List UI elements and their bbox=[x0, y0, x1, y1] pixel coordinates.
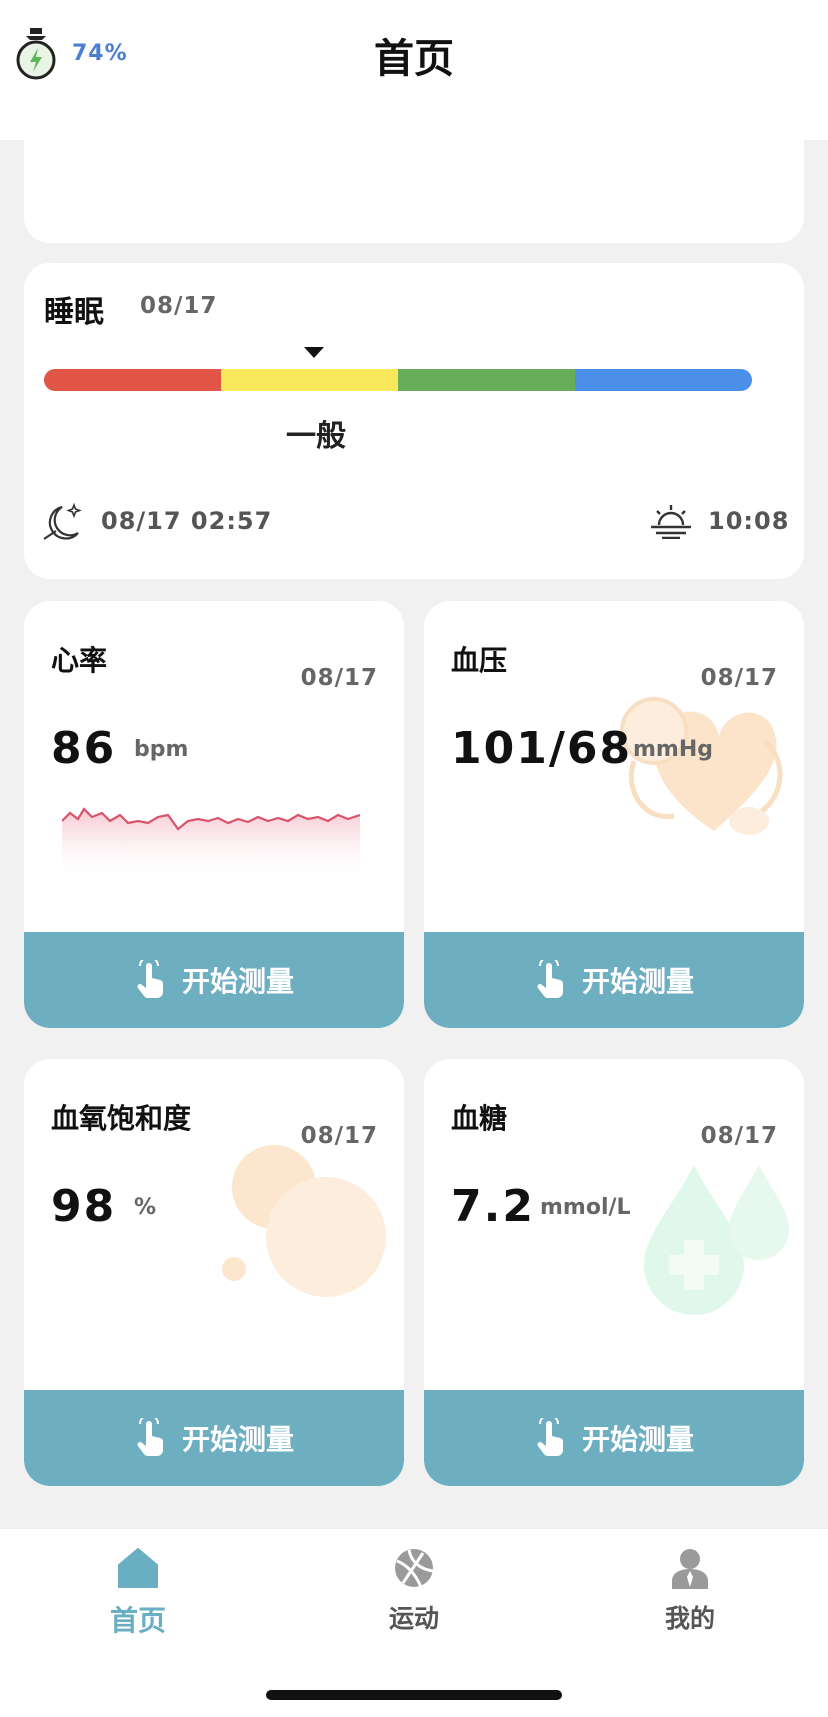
sleep-title: 睡眠 bbox=[44, 295, 104, 330]
heart-rate-card[interactable]: 心率 08/17 86 bpm 开始测量 bbox=[24, 601, 404, 1028]
blood-pressure-measure-label: 开始测量 bbox=[581, 965, 694, 998]
sleep-quality-label: 一般 bbox=[286, 419, 346, 454]
sleep-quality-marker bbox=[304, 347, 324, 358]
quality-segment-green bbox=[398, 369, 575, 391]
blood-pressure-title: 血压 bbox=[451, 644, 508, 677]
heart-rate-date: 08/17 bbox=[300, 665, 378, 691]
blood-oxygen-measure-label: 开始测量 bbox=[181, 1423, 294, 1456]
blood-pressure-measure-button[interactable]: 开始测量 bbox=[424, 932, 804, 1028]
quality-segment-yellow bbox=[221, 369, 398, 391]
nav-sport[interactable]: 运动 bbox=[344, 1547, 484, 1635]
tap-hand-icon bbox=[537, 1418, 563, 1456]
blood-oxygen-unit: % bbox=[134, 1195, 157, 1220]
blood-glucose-date: 08/17 bbox=[700, 1123, 778, 1149]
nav-sport-label: 运动 bbox=[388, 1604, 439, 1633]
nav-home-label: 首页 bbox=[109, 1604, 166, 1637]
sleep-start-time: 08/17 02:57 bbox=[101, 507, 273, 535]
blood-glucose-drops-icon bbox=[644, 1165, 789, 1315]
heart-rate-unit: bpm bbox=[134, 737, 189, 762]
sleep-quality-bar bbox=[44, 369, 752, 391]
blood-oxygen-bubbles-icon bbox=[222, 1145, 386, 1297]
tap-hand-icon bbox=[137, 960, 163, 998]
heart-rate-wave-icon bbox=[62, 807, 361, 881]
heart-rate-value: 86 bbox=[51, 723, 117, 774]
blood-pressure-unit: mmHg bbox=[633, 737, 714, 762]
blood-oxygen-value: 98 bbox=[51, 1181, 117, 1232]
heart-rate-measure-button[interactable]: 开始测量 bbox=[24, 932, 404, 1028]
profile-icon bbox=[672, 1549, 708, 1589]
nav-me-label: 我的 bbox=[664, 1604, 715, 1633]
blood-glucose-measure-label: 开始测量 bbox=[581, 1423, 694, 1456]
page-title: 首页 bbox=[374, 36, 454, 82]
home-indicator bbox=[266, 1690, 562, 1700]
top-card[interactable] bbox=[24, 110, 804, 243]
wake-time: 10:08 bbox=[708, 507, 790, 535]
home-icon bbox=[118, 1548, 158, 1588]
sport-ball-icon bbox=[395, 1549, 434, 1588]
blood-glucose-card[interactable]: 血糖 08/17 7.2 mmol/L 开始测量 bbox=[424, 1059, 804, 1486]
blood-pressure-value: 101/68 bbox=[451, 723, 633, 774]
sunrise-icon bbox=[651, 505, 691, 539]
quality-segment-blue bbox=[575, 369, 752, 391]
blood-pressure-heart-icon bbox=[620, 697, 783, 835]
sleep-card[interactable]: 睡眠 08/17 一般 08/17 02:57 10:08 bbox=[24, 263, 804, 579]
tap-hand-icon bbox=[537, 960, 563, 998]
bottom-nav: 首页 运动 我的 bbox=[0, 1529, 828, 1717]
sleep-date: 08/17 bbox=[140, 293, 218, 319]
blood-pressure-card[interactable]: 血压 08/17 101/68 mmHg 开始测量 bbox=[424, 601, 804, 1028]
blood-oxygen-title: 血氧饱和度 bbox=[51, 1102, 192, 1135]
tap-hand-icon bbox=[137, 1418, 163, 1456]
moon-icon bbox=[43, 502, 82, 540]
nav-home[interactable]: 首页 bbox=[68, 1547, 208, 1639]
blood-pressure-date: 08/17 bbox=[700, 665, 778, 691]
blood-glucose-value: 7.2 bbox=[451, 1181, 535, 1232]
heart-rate-title: 心率 bbox=[51, 644, 108, 677]
blood-oxygen-measure-button[interactable]: 开始测量 bbox=[24, 1390, 404, 1486]
quality-segment-red bbox=[44, 369, 221, 391]
blood-glucose-title: 血糖 bbox=[451, 1102, 508, 1135]
blood-glucose-unit: mmol/L bbox=[540, 1195, 631, 1220]
blood-oxygen-card[interactable]: 血氧饱和度 08/17 98 % 开始测量 bbox=[24, 1059, 404, 1486]
blood-glucose-measure-button[interactable]: 开始测量 bbox=[424, 1390, 804, 1486]
nav-me[interactable]: 我的 bbox=[620, 1547, 760, 1635]
heart-rate-measure-label: 开始测量 bbox=[181, 965, 294, 998]
